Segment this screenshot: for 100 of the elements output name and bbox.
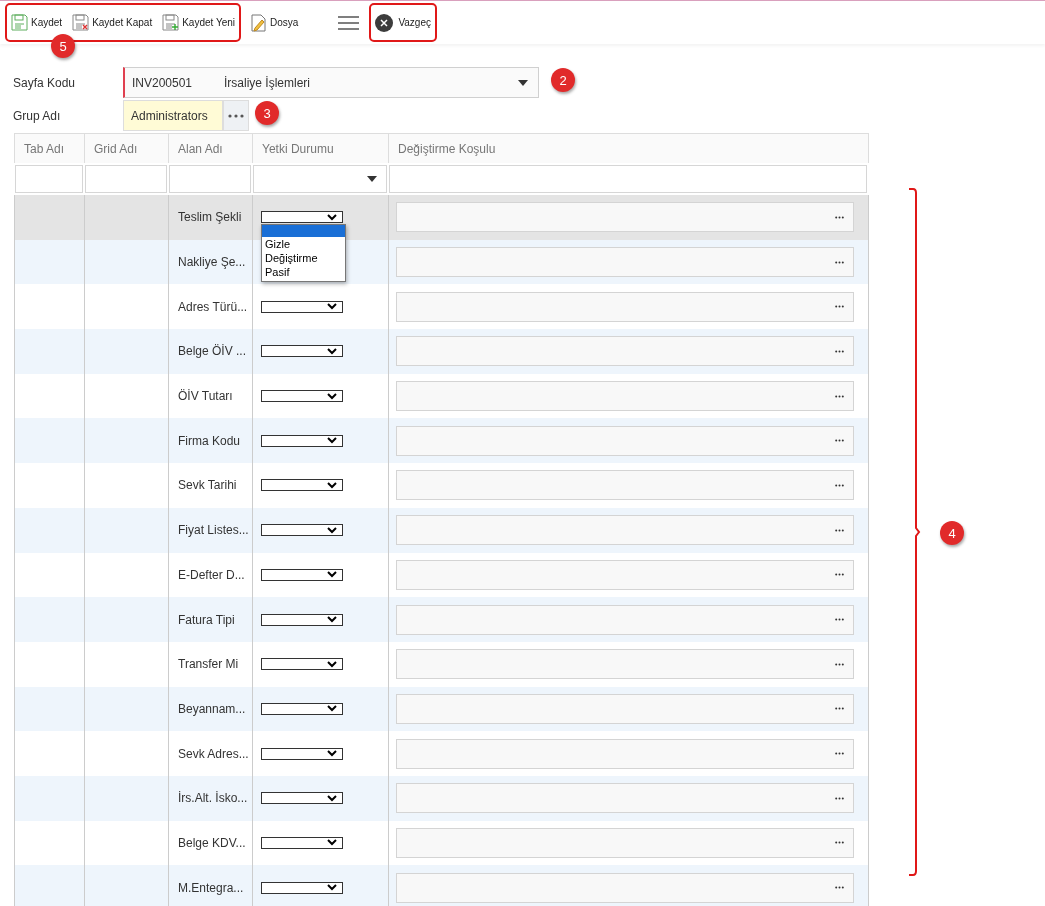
browse-button[interactable] <box>223 100 249 131</box>
field-name: Sevk Adres... <box>177 746 249 761</box>
status-select[interactable] <box>261 434 343 447</box>
chevron-icon <box>327 794 337 802</box>
column-header[interactable]: Değiştirme Koşulu <box>389 134 869 163</box>
condition-field[interactable] <box>396 381 854 412</box>
table-row[interactable]: E-Defter D... <box>15 552 869 598</box>
status-select[interactable] <box>261 568 343 581</box>
filter-field[interactable] <box>85 165 167 193</box>
more-icon <box>835 573 844 577</box>
more-icon <box>835 439 844 443</box>
status-select[interactable] <box>261 613 343 626</box>
status-select[interactable] <box>261 524 343 537</box>
more-icon <box>835 394 844 398</box>
more-icon <box>835 662 844 666</box>
table-row[interactable]: İrs.Alt. İsko... <box>15 775 869 821</box>
table-row[interactable]: Fatura Tipi <box>15 597 869 642</box>
condition-field[interactable] <box>396 425 854 456</box>
column-header[interactable]: Grid Adı <box>85 134 169 163</box>
save-new-button[interactable]: Kaydet Yeni <box>162 9 235 36</box>
filter-field[interactable] <box>389 165 867 193</box>
field-name: ÖİV Tutarı <box>177 389 233 404</box>
status-select[interactable] <box>261 658 343 671</box>
condition-field[interactable] <box>396 827 854 858</box>
more-icon <box>835 215 844 219</box>
condition-field[interactable] <box>396 693 854 724</box>
cancel-button[interactable]: Vazgeç <box>375 9 431 36</box>
selected-row[interactable]: Teslim Şekli <box>15 195 869 240</box>
chevron-icon <box>327 303 337 311</box>
more-icon <box>835 841 844 845</box>
status-select[interactable] <box>261 792 343 805</box>
condition-field[interactable] <box>396 515 854 546</box>
table-row[interactable]: Belge ÖİV ... <box>15 329 869 374</box>
status-select[interactable] <box>261 702 343 715</box>
table-row[interactable]: Firma Kodu <box>15 418 869 464</box>
page-code-dropdown[interactable]: INV200501 İrsaliye İşlemleri <box>123 67 539 98</box>
field-name: Nakliye Şe... <box>177 255 246 270</box>
field-name: M.Entegra... <box>177 880 244 895</box>
field-name: E-Defter D... <box>177 567 245 582</box>
status-select[interactable] <box>261 747 343 760</box>
close-icon <box>375 13 394 32</box>
save-button[interactable]: Kaydet <box>11 9 63 36</box>
step-badge: 5 <box>51 34 75 58</box>
condition-field[interactable] <box>396 247 854 278</box>
condition-field[interactable] <box>396 872 854 903</box>
field-name: Fiyat Listes... <box>177 523 249 538</box>
status-select[interactable] <box>261 479 343 492</box>
status-select[interactable] <box>261 836 343 849</box>
chevron-icon <box>327 437 337 445</box>
condition-field[interactable] <box>396 470 854 501</box>
condition-field[interactable] <box>396 604 854 635</box>
filter-field[interactable] <box>15 165 83 193</box>
field-name: Beyannam... <box>177 701 246 716</box>
file-button[interactable]: Dosya <box>251 9 299 36</box>
chevron-icon <box>327 526 337 534</box>
table-row[interactable]: Belge KDV... <box>15 820 869 866</box>
condition-field[interactable] <box>396 783 854 814</box>
status-select[interactable] <box>261 211 343 224</box>
condition-field[interactable] <box>396 291 854 322</box>
more-icon <box>835 796 844 800</box>
table-row[interactable]: M.Entegra... <box>15 865 869 906</box>
filter-field[interactable] <box>169 165 251 193</box>
table-row[interactable]: ÖİV Tutarı <box>15 373 869 419</box>
condition-field[interactable] <box>396 559 854 590</box>
more-icon <box>835 349 844 353</box>
field-name: Belge ÖİV ... <box>177 344 247 359</box>
table-row[interactable]: Beyannam... <box>15 686 869 732</box>
field-name: İrs.Alt. İsko... <box>177 791 248 806</box>
step-badge: 3 <box>255 101 279 125</box>
chevron-icon <box>327 705 337 713</box>
status-select[interactable] <box>261 390 343 403</box>
condition-field[interactable] <box>396 336 854 367</box>
caret-icon <box>518 80 528 86</box>
step-badge: 2 <box>551 68 575 92</box>
condition-field[interactable] <box>396 649 854 680</box>
status-select[interactable] <box>261 881 343 894</box>
condition-field[interactable] <box>396 738 854 769</box>
chevron-icon <box>327 481 337 489</box>
field-label: Grup Adı <box>13 108 62 123</box>
field-name: Sevk Tarihi <box>177 478 237 493</box>
document-pencil-icon <box>251 13 267 32</box>
status-select[interactable] <box>261 345 343 358</box>
table-row[interactable]: Transfer Mi <box>15 641 869 687</box>
filter-field[interactable] <box>253 165 387 193</box>
column-header[interactable]: Yetki Durumu <box>253 134 389 163</box>
table-row[interactable]: Sevk Tarihi <box>15 463 869 508</box>
more-icon <box>835 260 844 264</box>
dropdown-option[interactable]: Gizle <box>262 237 345 251</box>
more-icon <box>228 113 244 118</box>
dropdown-option[interactable]: Pasif <box>262 265 345 279</box>
save-close-button[interactable]: Kaydet Kapat <box>72 9 153 36</box>
table-row[interactable]: Fiyat Listes... <box>15 507 869 553</box>
condition-field[interactable] <box>396 202 854 233</box>
group-field[interactable]: Administrators <box>123 100 223 131</box>
column-header[interactable]: Tab Adı <box>15 134 85 163</box>
column-header[interactable]: Alan Adı <box>169 134 253 163</box>
status-select[interactable] <box>261 300 343 313</box>
table-row[interactable]: Sevk Adres... <box>15 731 869 776</box>
table-row[interactable]: Adres Türü... <box>15 284 869 330</box>
dropdown-option[interactable]: Değiştirme <box>262 251 345 265</box>
